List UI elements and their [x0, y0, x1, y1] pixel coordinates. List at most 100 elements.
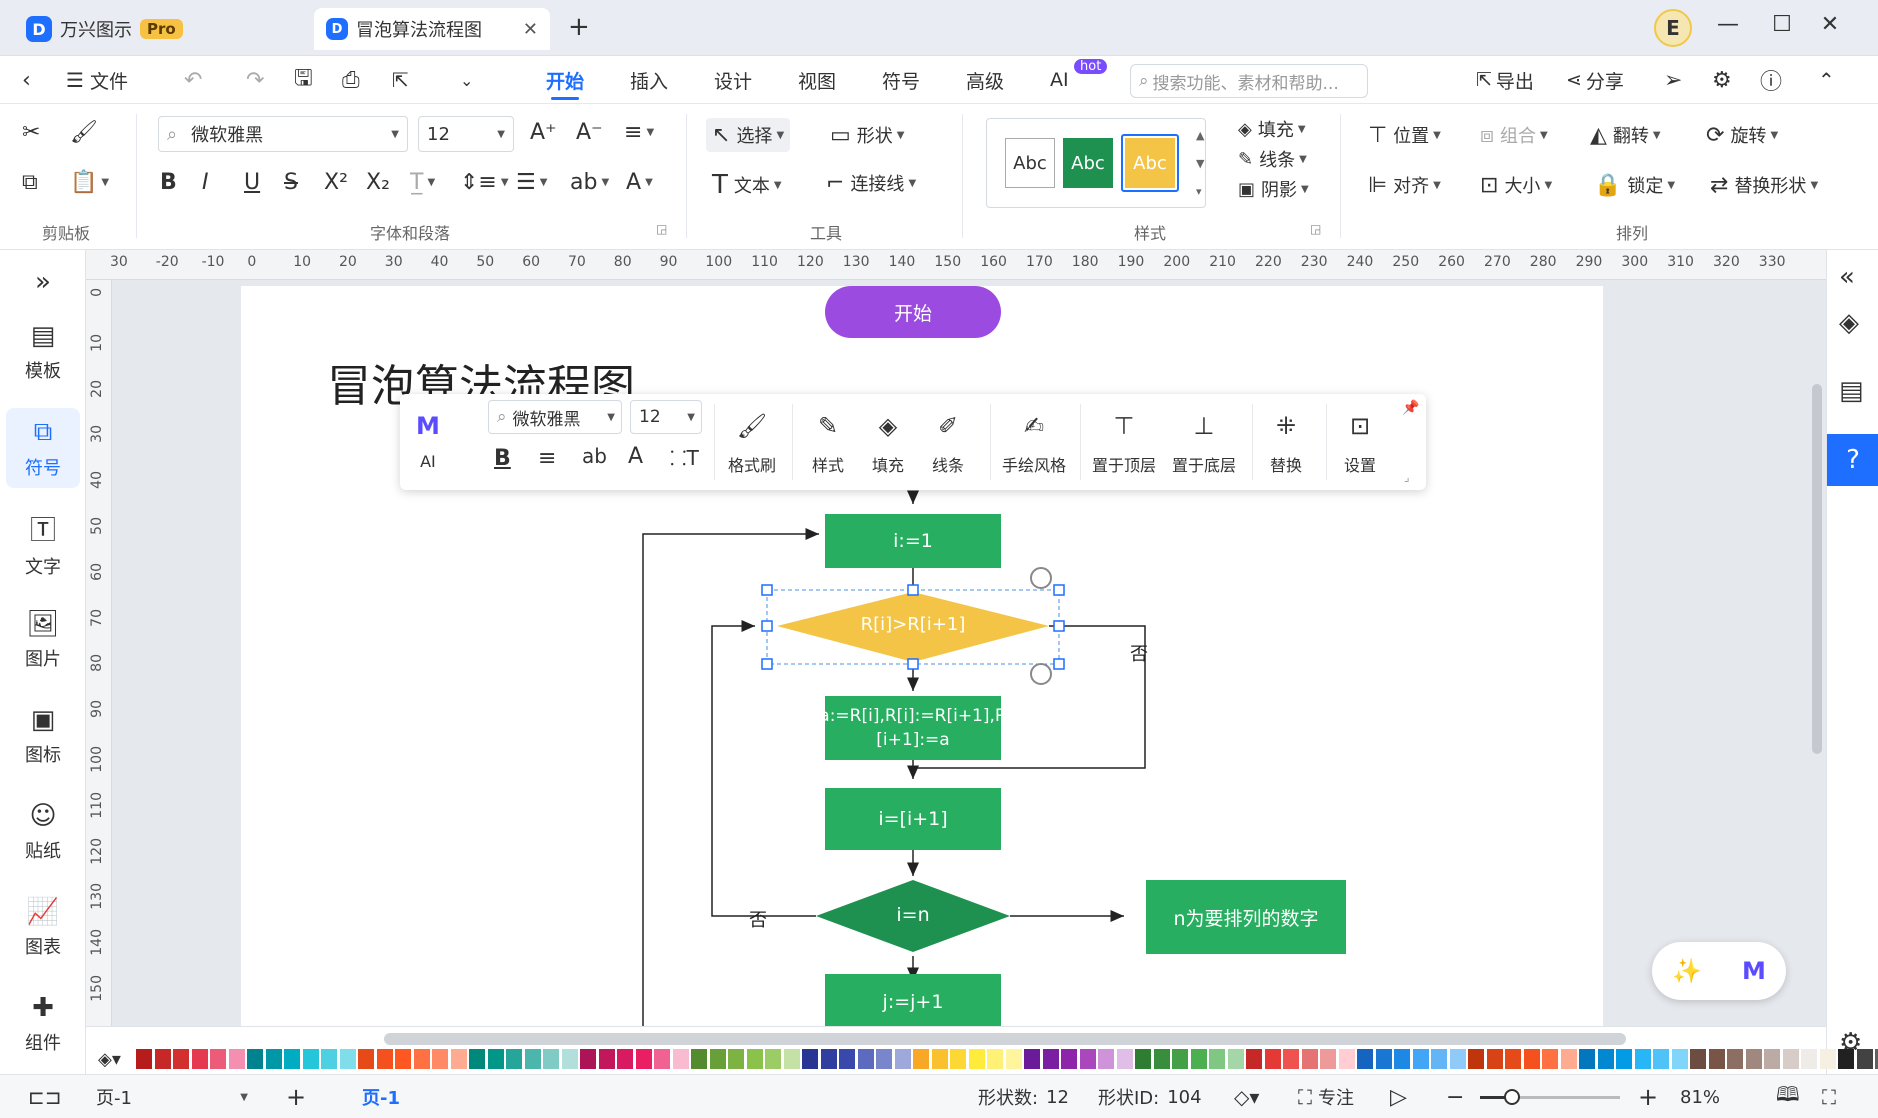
print-icon[interactable]: ⎙	[342, 56, 360, 104]
color-swatch[interactable]	[154, 1049, 171, 1069]
color-swatch[interactable]	[561, 1049, 578, 1069]
color-swatch[interactable]	[1061, 1049, 1077, 1069]
color-swatch[interactable]	[1301, 1049, 1318, 1069]
color-swatch[interactable]	[1264, 1049, 1281, 1069]
page-properties-icon[interactable]: ▤	[1839, 376, 1864, 406]
expand-icon[interactable]: »	[6, 262, 80, 302]
layers-icon[interactable]: ◇▾	[1234, 1075, 1259, 1118]
color-swatch[interactable]	[913, 1049, 929, 1069]
resize-handle[interactable]	[1053, 620, 1065, 632]
resize-handle[interactable]	[1053, 584, 1065, 596]
color-swatch[interactable]	[1431, 1049, 1447, 1069]
color-swatch[interactable]	[228, 1049, 245, 1069]
undo-icon[interactable]: ↶	[184, 56, 202, 104]
color-swatch[interactable]	[783, 1049, 800, 1069]
sketch-style-button[interactable]: ✍ 手绘风格	[1002, 412, 1066, 476]
tab-advanced[interactable]: 高级	[966, 56, 1004, 104]
text-case-icon[interactable]: T̲ ▼	[410, 170, 435, 195]
resize-handle[interactable]	[907, 584, 919, 596]
send-to-back-button[interactable]: ⊥ 置于底层	[1172, 412, 1236, 476]
color-swatch[interactable]	[617, 1049, 633, 1069]
color-swatch[interactable]	[1523, 1049, 1540, 1069]
color-swatch[interactable]	[765, 1049, 781, 1069]
color-swatch[interactable]	[1412, 1049, 1429, 1069]
font-dialog-icon[interactable]: ◲	[656, 222, 667, 236]
color-swatch[interactable]	[1116, 1049, 1133, 1069]
resize-handle[interactable]	[907, 658, 919, 670]
copy-icon[interactable]: ⧉	[22, 170, 38, 195]
resize-handle[interactable]	[761, 584, 773, 596]
color-swatch[interactable]	[1671, 1049, 1688, 1069]
list-icon[interactable]: ☰ ▼	[516, 170, 547, 195]
superscript-icon[interactable]: X²	[324, 170, 348, 195]
tab-ai[interactable]: AI	[1050, 56, 1069, 104]
tab-document[interactable]: D 冒泡算法流程图 ✕	[314, 8, 550, 50]
color-swatch[interactable]	[1005, 1049, 1022, 1069]
decrease-font-icon[interactable]: A⁻	[576, 120, 603, 145]
color-swatch[interactable]	[1394, 1049, 1410, 1069]
float-fill-button[interactable]: ◈ 填充	[872, 412, 904, 476]
color-swatch[interactable]	[1653, 1049, 1669, 1069]
color-swatch[interactable]	[1375, 1049, 1392, 1069]
gallery-scroll-icon[interactable]: ▲ ▼ ▾	[1196, 122, 1204, 206]
color-swatch[interactable]	[469, 1049, 485, 1069]
float-size-select[interactable]: 12 ▼	[630, 400, 702, 434]
rotate-button[interactable]: ⟳ 旋转 ▼	[1706, 122, 1778, 148]
increase-font-icon[interactable]: A⁺	[530, 120, 557, 145]
color-swatch[interactable]	[1320, 1049, 1336, 1069]
replace-shape-button[interactable]: ⇄ 替换形状 ▼	[1710, 172, 1818, 198]
ai-button[interactable]: M AI	[416, 412, 440, 471]
connector-tool[interactable]: ⌐ 连接线 ▼	[826, 170, 916, 196]
color-swatch[interactable]	[1782, 1049, 1799, 1069]
init-node[interactable]: i:=1	[825, 514, 1001, 568]
more-icon[interactable]: ⌄	[460, 56, 473, 104]
bring-to-front-button[interactable]: ⊤ 置于顶层	[1092, 412, 1156, 476]
paste-icon[interactable]: 📋 ▼	[70, 170, 109, 195]
add-page-icon[interactable]: +	[286, 1075, 306, 1118]
color-swatch[interactable]	[321, 1049, 337, 1069]
color-swatch[interactable]	[820, 1049, 837, 1069]
color-swatch[interactable]	[376, 1049, 393, 1069]
color-swatch[interactable]	[247, 1049, 263, 1069]
style-preset-2[interactable]: Abc	[1063, 138, 1113, 188]
color-swatch[interactable]	[1801, 1049, 1817, 1069]
sidebar-item-image[interactable]: 🖼 图片	[6, 600, 80, 680]
magic-wand-icon[interactable]: ✨	[1672, 957, 1702, 985]
color-swatch[interactable]	[1079, 1049, 1096, 1069]
color-swatch[interactable]	[487, 1049, 504, 1069]
fill-option[interactable]: ◈ 填充 ▼	[1238, 116, 1306, 142]
sidebar-item-component[interactable]: ✚ 组件	[6, 984, 80, 1064]
resize-corner-icon[interactable]: ⌟	[1404, 470, 1410, 484]
sidebar-item-chart[interactable]: 📈 图表	[6, 888, 80, 968]
color-swatch[interactable]	[1819, 1049, 1836, 1069]
color-swatch[interactable]	[1764, 1049, 1780, 1069]
style-preset-3[interactable]: Abc	[1121, 134, 1179, 192]
color-swatch[interactable]	[1727, 1049, 1743, 1069]
color-swatch[interactable]	[1172, 1049, 1188, 1069]
tab-start[interactable]: 开始	[546, 56, 584, 104]
color-swatch[interactable]	[1597, 1049, 1614, 1069]
color-swatch[interactable]	[857, 1049, 874, 1069]
color-swatch[interactable]	[432, 1049, 448, 1069]
cut-icon[interactable]: ✂	[22, 120, 40, 145]
resize-handle[interactable]	[761, 620, 773, 632]
pin-icon[interactable]: 📌	[1402, 400, 1419, 416]
color-swatch[interactable]	[265, 1049, 282, 1069]
send-icon[interactable]: ➢	[1664, 56, 1682, 104]
color-swatch[interactable]	[1634, 1049, 1651, 1069]
tab-symbol[interactable]: 符号	[882, 56, 920, 104]
color-swatch[interactable]	[1745, 1049, 1762, 1069]
float-strike-icon[interactable]: ≡	[538, 446, 556, 471]
app-tab[interactable]: D 万兴图示 Pro	[14, 8, 214, 50]
group-button[interactable]: ⧈ 组合 ▼	[1480, 122, 1548, 148]
sidebar-item-sticker[interactable]: ☺ 贴纸	[6, 792, 80, 872]
redo-icon[interactable]: ↷	[246, 56, 264, 104]
float-line-button[interactable]: ✐ 线条	[932, 412, 964, 476]
zoom-out-icon[interactable]: −	[1446, 1075, 1464, 1118]
color-swatch[interactable]	[450, 1049, 467, 1069]
j-increment-node[interactable]: j:=j+1	[825, 974, 1001, 1026]
color-swatch[interactable]	[968, 1049, 985, 1069]
text-tool[interactable]: T 文本 ▼	[712, 170, 782, 200]
color-swatch[interactable]	[1153, 1049, 1170, 1069]
color-swatch[interactable]	[1560, 1049, 1577, 1069]
